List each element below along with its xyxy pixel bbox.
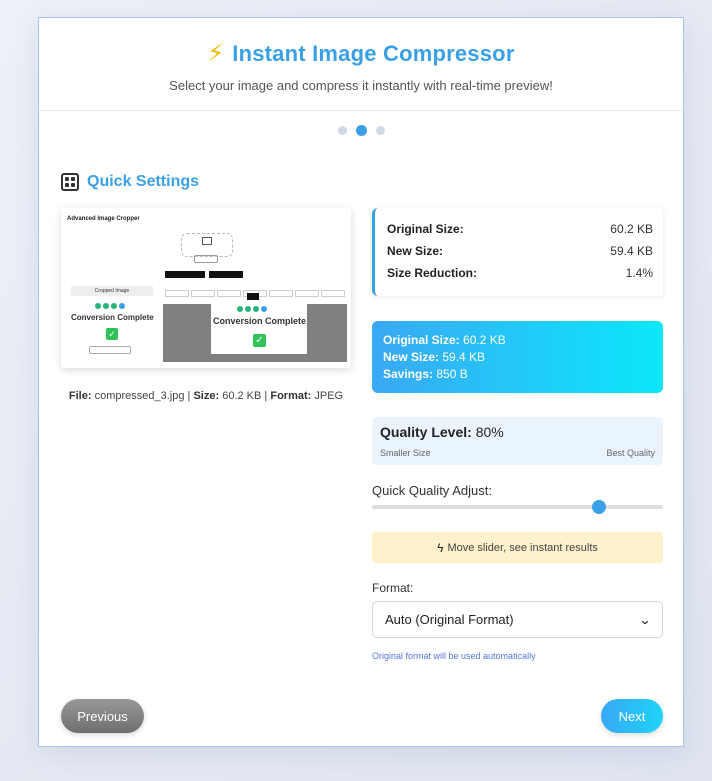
- quality-slider[interactable]: [372, 500, 663, 514]
- lightning-icon: ⚡: [207, 40, 225, 67]
- hint-banner: ϟ Move slider, see instant results: [372, 532, 663, 563]
- slider-thumb[interactable]: [591, 500, 606, 514]
- preview-block: [165, 271, 205, 278]
- separator: |: [264, 390, 268, 402]
- format-label: Format:: [270, 390, 312, 402]
- preview-overlay: Conversion Complete ✓: [163, 304, 347, 362]
- lightning-icon: ϟ: [437, 540, 444, 555]
- preview-conversion-text: Conversion Complete: [71, 313, 154, 322]
- stat-value: 1.4%: [625, 266, 653, 280]
- summary-original: Original Size: 60.2 KB: [383, 332, 652, 349]
- quality-level: Quality Level: 80%: [380, 424, 655, 440]
- stats-panel: Original Size: 60.2 KB New Size: 59.4 KB…: [372, 208, 663, 296]
- header: ⚡ Instant Image Compressor Select your i…: [39, 18, 683, 111]
- step-dot-1[interactable]: [337, 126, 347, 135]
- chevron-down-icon: ⌄: [638, 612, 652, 627]
- quality-min-label: Smaller Size: [380, 448, 431, 458]
- format-label: Format:: [372, 581, 414, 595]
- step-dot-2[interactable]: [355, 125, 367, 136]
- grid-icon: [61, 173, 79, 191]
- format-select[interactable]: Auto (Original Format) ⌄: [372, 601, 663, 638]
- stat-label: Size Reduction:: [387, 266, 478, 280]
- summary-label: New Size:: [383, 350, 440, 364]
- page-subtitle: Select your image and compress it instan…: [169, 78, 553, 93]
- file-label: File:: [68, 390, 92, 402]
- stat-reduction: Size Reduction: 1.4%: [387, 262, 653, 284]
- hint-text: Move slider, see instant results: [447, 541, 598, 554]
- summary-value: 850 B: [436, 367, 468, 381]
- preview-upload-box: [181, 233, 233, 257]
- page-title: Instant Image Compressor: [232, 41, 515, 66]
- quality-max-label: Best Quality: [606, 448, 655, 458]
- preview-block: [209, 271, 243, 278]
- quality-value: 80%: [475, 424, 504, 440]
- stat-label: Original Size:: [387, 222, 464, 236]
- summary-label: Savings:: [383, 367, 434, 381]
- file-format: JPEG: [314, 390, 344, 402]
- section-title: Quick Settings: [87, 173, 200, 190]
- preview-thumb-title: Advanced Image Cropper: [67, 216, 140, 222]
- stat-label: New Size:: [387, 244, 444, 258]
- summary-value: 59.4 KB: [442, 350, 486, 364]
- summary-new: New Size: 59.4 KB: [383, 349, 652, 366]
- preview-panel-label: Cropped Image: [71, 286, 153, 296]
- quality-panel: Quality Level: 80% Smaller Size Best Qua…: [372, 417, 663, 465]
- file-name: compressed_3.jpg: [94, 390, 185, 402]
- previous-button[interactable]: Previous: [61, 699, 144, 733]
- preview-tabs: [165, 284, 351, 297]
- file-size: 60.2 KB: [222, 390, 262, 402]
- preview-dots: [237, 306, 267, 312]
- image-preview: Advanced Image Cropper Cropped Image Con…: [61, 208, 351, 368]
- title-row: ⚡ Instant Image Compressor: [39, 40, 683, 68]
- compression-summary: Original Size: 60.2 KB New Size: 59.4 KB…: [372, 321, 663, 393]
- separator: |: [187, 390, 191, 402]
- summary-savings: Savings: 850 B: [383, 366, 652, 383]
- stat-new: New Size: 59.4 KB: [387, 240, 653, 262]
- slider-label: Quick Quality Adjust:: [372, 483, 492, 498]
- next-button[interactable]: Next: [601, 699, 663, 733]
- preview-bottom-button: [89, 346, 131, 354]
- step-indicator: [39, 125, 683, 136]
- stat-original: Original Size: 60.2 KB: [387, 218, 653, 240]
- preview-modal: Conversion Complete ✓: [211, 304, 307, 354]
- preview-upload-button: [194, 255, 218, 263]
- stat-value: 60.2 KB: [610, 222, 653, 236]
- format-selected: Auto (Original Format): [385, 612, 514, 627]
- summary-label: Original Size:: [383, 333, 460, 347]
- check-icon: ✓: [253, 334, 266, 347]
- file-info: File: compressed_3.jpg | Size: 60.2 KB |…: [61, 390, 351, 402]
- format-note: Original format will be used automatical…: [372, 651, 536, 661]
- check-icon: ✓: [106, 328, 118, 340]
- stat-value: 59.4 KB: [610, 244, 653, 258]
- quality-ends: Smaller Size Best Quality: [380, 448, 655, 458]
- summary-value: 60.2 KB: [463, 333, 506, 347]
- quality-label: Quality Level:: [380, 424, 472, 440]
- preview-block: [247, 293, 259, 300]
- size-label: Size:: [193, 390, 220, 402]
- preview-conversion-text: Conversion Complete: [213, 316, 307, 326]
- preview-dots: [95, 303, 125, 309]
- section-heading: Quick Settings: [61, 173, 199, 191]
- step-dot-3[interactable]: [375, 126, 385, 135]
- compressor-card: ⚡ Instant Image Compressor Select your i…: [38, 17, 684, 747]
